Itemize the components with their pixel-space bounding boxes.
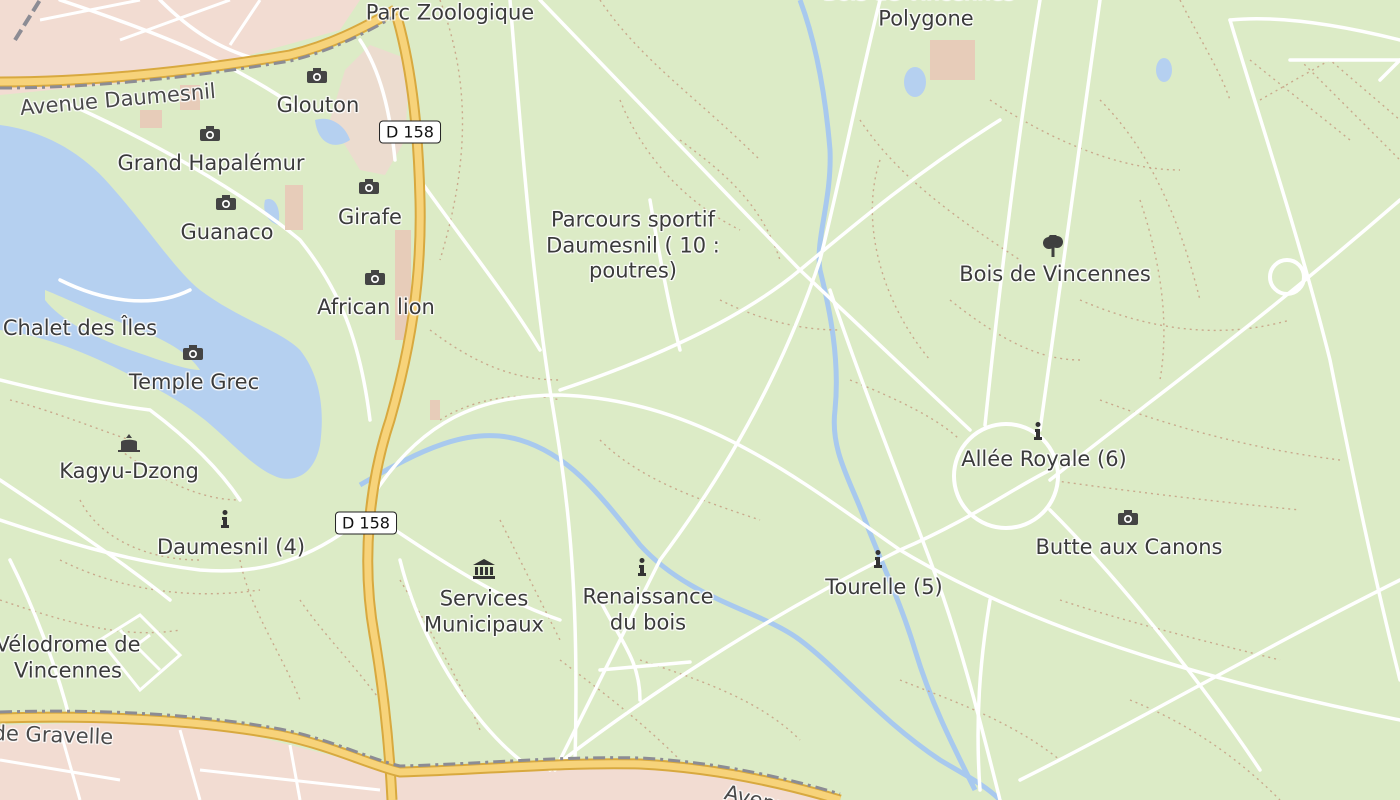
- camera-icon[interactable]: [365, 270, 387, 288]
- place-label-renaissance-du-bois: Renaissance du bois: [582, 584, 714, 634]
- place-label-temple-grec: Temple Grec: [128, 370, 260, 395]
- camera-icon[interactable]: [183, 345, 205, 363]
- place-label-girafe: Girafe: [338, 205, 402, 230]
- camera-icon[interactable]: [359, 179, 381, 197]
- pond: [1156, 58, 1172, 82]
- map-layer: [0, 0, 1400, 800]
- temple-icon[interactable]: [118, 434, 140, 452]
- place-label-grand-hapalemur: Grand Hapalémur: [117, 151, 305, 176]
- info-icon[interactable]: [637, 558, 659, 576]
- place-label-glouton: Glouton: [276, 93, 360, 118]
- info-icon[interactable]: [873, 550, 895, 568]
- camera-icon[interactable]: [216, 195, 238, 213]
- tree-icon[interactable]: [1042, 235, 1064, 257]
- place-label-chalet-des-iles: Chalet des Îles: [2, 316, 158, 341]
- place-label-zoo: Bois de Vincennes - Parc Zoologique: [365, 0, 535, 24]
- info-icon[interactable]: [1033, 422, 1055, 440]
- pond: [904, 67, 926, 97]
- place-label-bois-de-vincennes: Bois de Vincennes: [959, 262, 1151, 287]
- place-label-african-lion: African lion: [317, 295, 435, 320]
- place-label-daumesnil-4: Daumesnil (4): [156, 535, 306, 560]
- map-canvas[interactable]: Avenue Daumesnil Avenue de Gravelle Aven…: [0, 0, 1400, 800]
- road-shield-d158-south[interactable]: D 158: [335, 511, 397, 535]
- place-label-services-municipaux: Services Municipaux: [424, 586, 544, 636]
- camera-icon[interactable]: [307, 68, 329, 86]
- camera-icon[interactable]: [1118, 510, 1140, 528]
- road-shield-d158-north[interactable]: D 158: [379, 120, 441, 144]
- place-label-butte-aux-canons: Butte aux Canons: [1035, 535, 1223, 560]
- place-label-allee-royale: Allée Royale (6): [961, 447, 1127, 472]
- place-label-kagyu-dzong: Kagyu-Dzong: [59, 459, 199, 484]
- place-label-velodrome: Vélodrome de Vincennes: [0, 632, 141, 682]
- place-label-guanaco: Guanaco: [180, 220, 274, 245]
- place-label-tourelle-5: Tourelle (5): [825, 575, 943, 600]
- townhall-icon[interactable]: [473, 559, 495, 579]
- info-icon[interactable]: [220, 510, 242, 528]
- place-label-polygone: Bois de Vincennes - Polygone: [823, 0, 1029, 30]
- camera-icon[interactable]: [200, 126, 222, 144]
- place-label-parcours-sportif: Parcours sportif Daumesnil ( 10 : poutre…: [546, 207, 720, 283]
